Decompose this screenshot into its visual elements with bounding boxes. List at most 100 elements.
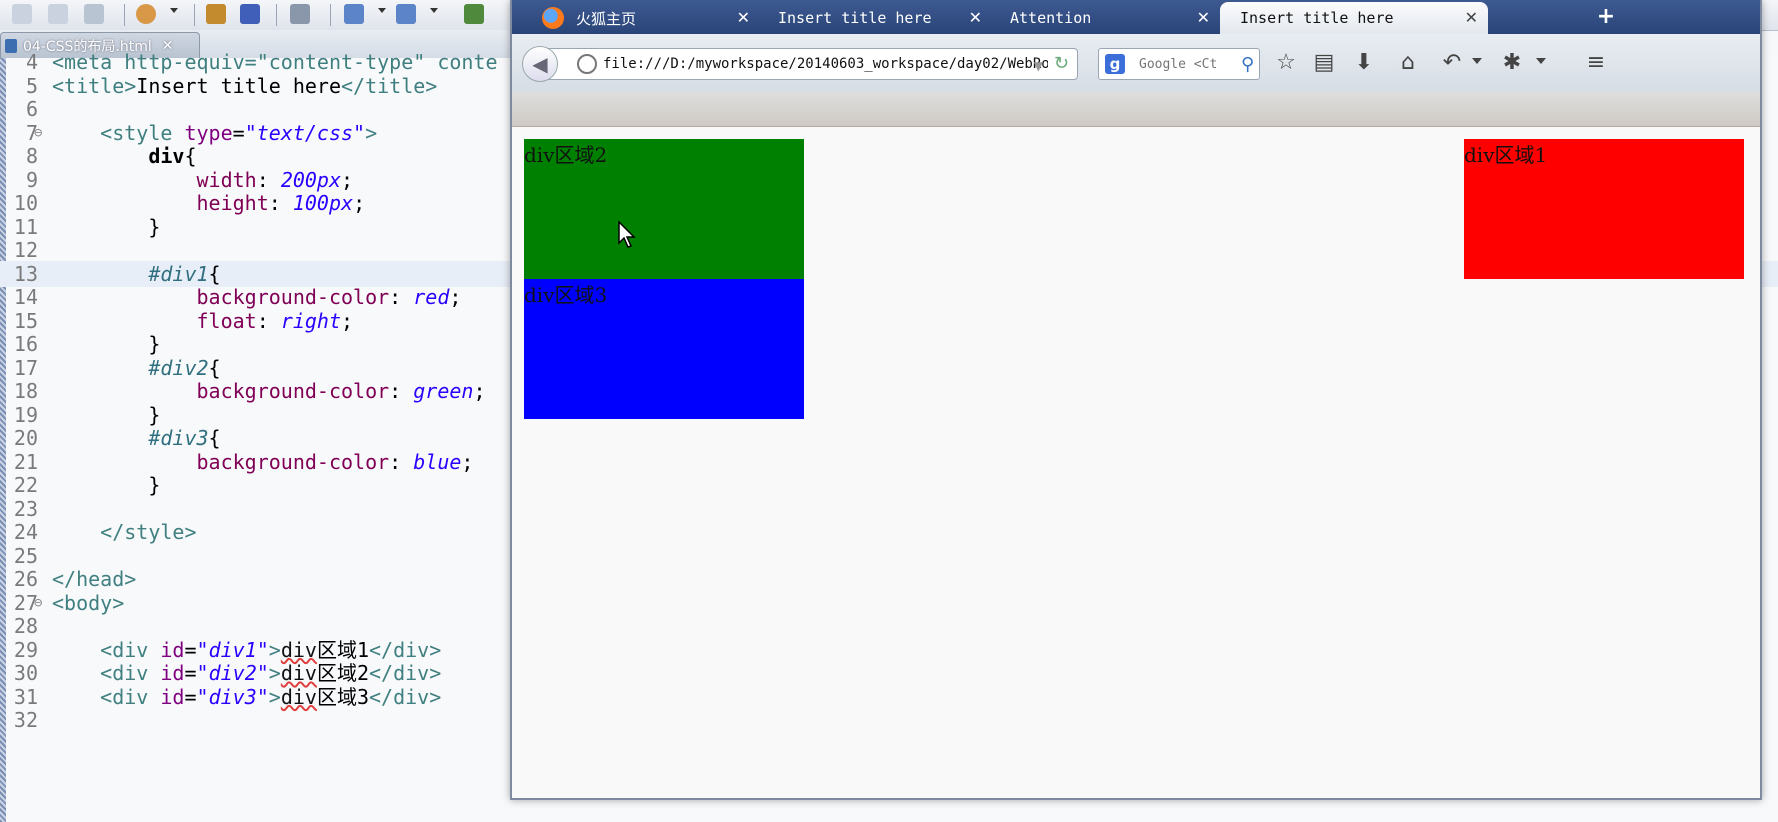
div-region-1: div区域1: [1464, 139, 1744, 279]
tab-label: Attention: [1010, 9, 1092, 27]
close-icon[interactable]: ✕: [737, 8, 750, 27]
toolbar-separator: [330, 4, 331, 26]
back-button[interactable]: ◀: [522, 46, 558, 82]
chevron-down-icon[interactable]: [170, 8, 178, 13]
code-text: </head>: [52, 567, 137, 591]
line-number: 20: [13, 426, 38, 450]
undo-icon[interactable]: ↶: [1436, 48, 1468, 78]
line-number: 23: [13, 496, 38, 521]
line-number: 22: [13, 473, 38, 497]
bookmarks-list-icon[interactable]: ▤: [1308, 48, 1340, 78]
toolbar-separator: [194, 4, 195, 26]
line-number: 13: [13, 261, 38, 286]
line-number: 32: [13, 708, 38, 732]
line-number: 10: [13, 191, 38, 215]
close-icon[interactable]: ✕: [1197, 8, 1210, 27]
code-text: background-color: red;: [196, 285, 462, 309]
home-icon[interactable]: ⌂: [1392, 48, 1424, 78]
div-region-3-label: div区域3: [524, 283, 608, 307]
search-bar[interactable]: g ⚲: [1098, 48, 1260, 80]
deploy-icon[interactable]: [240, 4, 260, 24]
new-wizard-icon[interactable]: [464, 4, 484, 24]
line-number: 4: [25, 50, 38, 74]
save-all-icon[interactable]: [48, 4, 68, 24]
code-text: }: [52, 214, 161, 239]
close-icon[interactable]: ✕: [969, 8, 982, 27]
line-number: 28: [13, 614, 38, 638]
tab-label: Insert title here: [778, 9, 932, 27]
code-text: </style>: [100, 520, 197, 544]
code-text: }: [52, 473, 161, 497]
code-text: height: 100px;: [196, 191, 366, 215]
line-number: 29: [13, 637, 38, 662]
chevron-down-icon[interactable]: [430, 8, 438, 13]
tab-strip: 火狐主页 ✕ Insert title here ✕ Attention ✕ I…: [512, 0, 1760, 34]
globe-icon: [577, 54, 597, 74]
line-number: 17: [13, 355, 38, 380]
run-config-icon[interactable]: [344, 4, 364, 24]
firefox-icon: [542, 7, 564, 29]
line-number: 25: [13, 543, 38, 568]
line-number: 11: [13, 214, 38, 239]
line-number: 6: [25, 97, 38, 121]
search-icon[interactable]: ⚲: [1241, 54, 1254, 75]
bookmarks-toolbar: [512, 92, 1760, 127]
code-text: <style type="text/css">: [100, 120, 378, 145]
div-region-1-label: div区域1: [1464, 143, 1548, 167]
line-number: 18: [13, 379, 38, 403]
back-arrow-icon: ◀: [532, 52, 548, 76]
code-text: }: [52, 332, 161, 356]
code-text: #div1{: [148, 261, 221, 286]
page-viewport[interactable]: div区域1 div区域2 div区域3: [512, 127, 1760, 798]
menu-icon[interactable]: ≡: [1580, 48, 1612, 78]
code-text: div{: [148, 144, 197, 168]
tab-firefox-home[interactable]: 火狐主页 ✕: [512, 2, 760, 34]
reload-icon[interactable]: ↻: [1054, 53, 1069, 74]
print-icon[interactable]: [84, 4, 104, 24]
code-text: width: 200px;: [196, 167, 354, 192]
search-input[interactable]: [1137, 55, 1241, 73]
toolbar-separator: [124, 4, 125, 26]
div-region-3: div区域3: [524, 279, 804, 419]
chevron-down-icon[interactable]: [1472, 58, 1482, 64]
url-text[interactable]: file:///D:/myworkspace/20140603_workspac…: [603, 56, 1048, 72]
chevron-down-icon[interactable]: [378, 8, 386, 13]
fold-toggle-icon[interactable]: ⊖: [34, 590, 42, 616]
server-icon[interactable]: [290, 4, 310, 24]
line-number: 8: [25, 144, 38, 168]
save-icon[interactable]: [12, 4, 32, 24]
google-icon[interactable]: g: [1105, 54, 1125, 74]
url-bar[interactable]: file:///D:/myworkspace/20140603_workspac…: [546, 48, 1078, 80]
tab-insert-title-active[interactable]: Insert title here ✕: [1220, 2, 1488, 34]
download-icon[interactable]: ⬇: [1348, 48, 1380, 78]
line-number: 21: [13, 449, 38, 474]
package-icon[interactable]: [206, 4, 226, 24]
chevron-down-icon[interactable]: [1536, 58, 1546, 64]
tab-attention[interactable]: Attention ✕: [992, 2, 1220, 34]
tab-label: Insert title here: [1240, 9, 1394, 27]
line-number: 19: [13, 402, 38, 427]
chevron-down-icon[interactable]: ▼: [1034, 59, 1043, 73]
fold-toggle-icon[interactable]: ⊖: [34, 120, 42, 146]
external-tools-icon[interactable]: [396, 4, 416, 24]
close-icon[interactable]: ✕: [1465, 8, 1478, 27]
tab-insert-title-1[interactable]: Insert title here ✕: [760, 2, 992, 34]
firefox-window: 火狐主页 ✕ Insert title here ✕ Attention ✕ I…: [510, 0, 1762, 800]
firebug-icon[interactable]: ✱: [1496, 48, 1528, 78]
code-text: <title>Insert title here</title>: [52, 73, 438, 98]
code-text: <div id="div2">div区域2</div>: [100, 661, 442, 685]
line-number: 26: [13, 567, 38, 591]
code-text: background-color: green;: [196, 379, 486, 403]
debug-icon[interactable]: [136, 4, 156, 24]
new-tab-button[interactable]: +: [1592, 4, 1620, 30]
code-text: float: right;: [196, 308, 354, 333]
div-region-2: div区域2: [524, 139, 804, 279]
div-region-2-label: div区域2: [524, 143, 608, 167]
line-number: 15: [13, 308, 38, 333]
code-text: <meta http-equiv="content-type" conte: [52, 50, 498, 74]
line-number: 24: [13, 520, 38, 544]
toolbar-separator: [276, 4, 277, 26]
bookmark-star-icon[interactable]: ☆: [1270, 48, 1302, 78]
code-text: #div3{: [148, 426, 221, 450]
tab-label: 火狐主页: [576, 9, 637, 28]
